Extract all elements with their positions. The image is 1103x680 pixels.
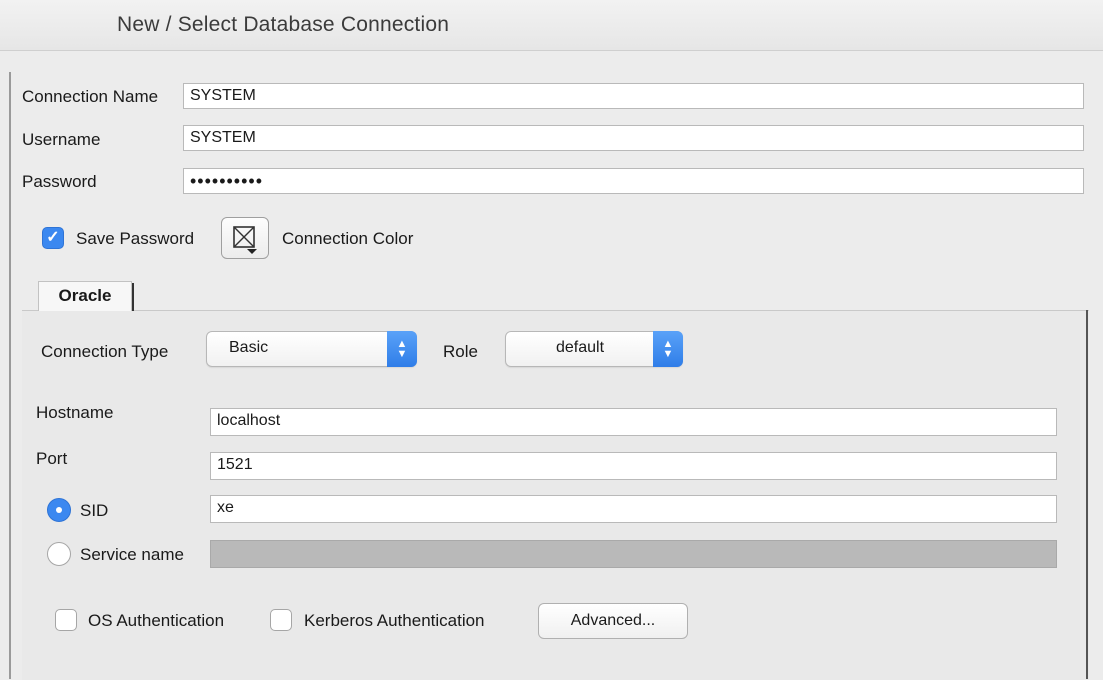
panel-divider bbox=[1086, 310, 1088, 679]
save-password-label: Save Password bbox=[76, 229, 195, 248]
service-name-radio[interactable] bbox=[47, 542, 71, 566]
username-label: Username bbox=[22, 130, 101, 149]
connection-type-value: Basic bbox=[229, 339, 269, 356]
hostname-label: Hostname bbox=[36, 403, 114, 422]
password-field[interactable]: •••••••••• bbox=[183, 168, 1084, 194]
connection-type-select[interactable]: Basic ▲ ▼ bbox=[206, 331, 417, 367]
hostname-field[interactable]: localhost bbox=[210, 408, 1057, 436]
advanced-button[interactable]: Advanced... bbox=[538, 603, 688, 639]
username-field[interactable]: SYSTEM bbox=[183, 125, 1084, 151]
save-password-checkbox[interactable]: ✓ bbox=[42, 227, 64, 249]
connection-color-label: Connection Color bbox=[282, 229, 414, 248]
connection-name-field[interactable]: SYSTEM bbox=[183, 83, 1084, 109]
tab-separator bbox=[132, 283, 134, 311]
sid-label: SID bbox=[80, 501, 109, 520]
role-select[interactable]: default ▲ ▼ bbox=[505, 331, 683, 367]
connection-type-label: Connection Type bbox=[41, 342, 169, 361]
port-field[interactable]: 1521 bbox=[210, 452, 1057, 480]
title-bar: New / Select Database Connection bbox=[0, 0, 1103, 51]
os-authentication-checkbox[interactable] bbox=[55, 609, 77, 631]
connection-name-label: Connection Name bbox=[22, 87, 159, 106]
connection-color-button[interactable] bbox=[221, 217, 269, 259]
window-title: New / Select Database Connection bbox=[117, 13, 450, 36]
updown-chevron-icon: ▲ ▼ bbox=[653, 331, 683, 367]
panel-edge bbox=[9, 72, 11, 679]
tab-oracle[interactable]: Oracle bbox=[38, 281, 132, 311]
sid-field[interactable]: xe bbox=[210, 495, 1057, 523]
role-label: Role bbox=[443, 342, 478, 361]
role-value: default bbox=[556, 339, 605, 356]
os-authentication-label: OS Authentication bbox=[88, 611, 225, 630]
service-name-label: Service name bbox=[80, 545, 184, 564]
password-label: Password bbox=[22, 172, 97, 191]
port-label: Port bbox=[36, 449, 68, 468]
kerberos-authentication-label: Kerberos Authentication bbox=[304, 611, 485, 630]
checkmark-icon: ✓ bbox=[46, 229, 60, 246]
kerberos-authentication-checkbox[interactable] bbox=[270, 609, 292, 631]
sid-radio[interactable] bbox=[47, 498, 71, 522]
service-name-field[interactable] bbox=[210, 540, 1057, 568]
color-picker-icon bbox=[233, 226, 257, 254]
updown-chevron-icon: ▲ ▼ bbox=[387, 331, 417, 367]
